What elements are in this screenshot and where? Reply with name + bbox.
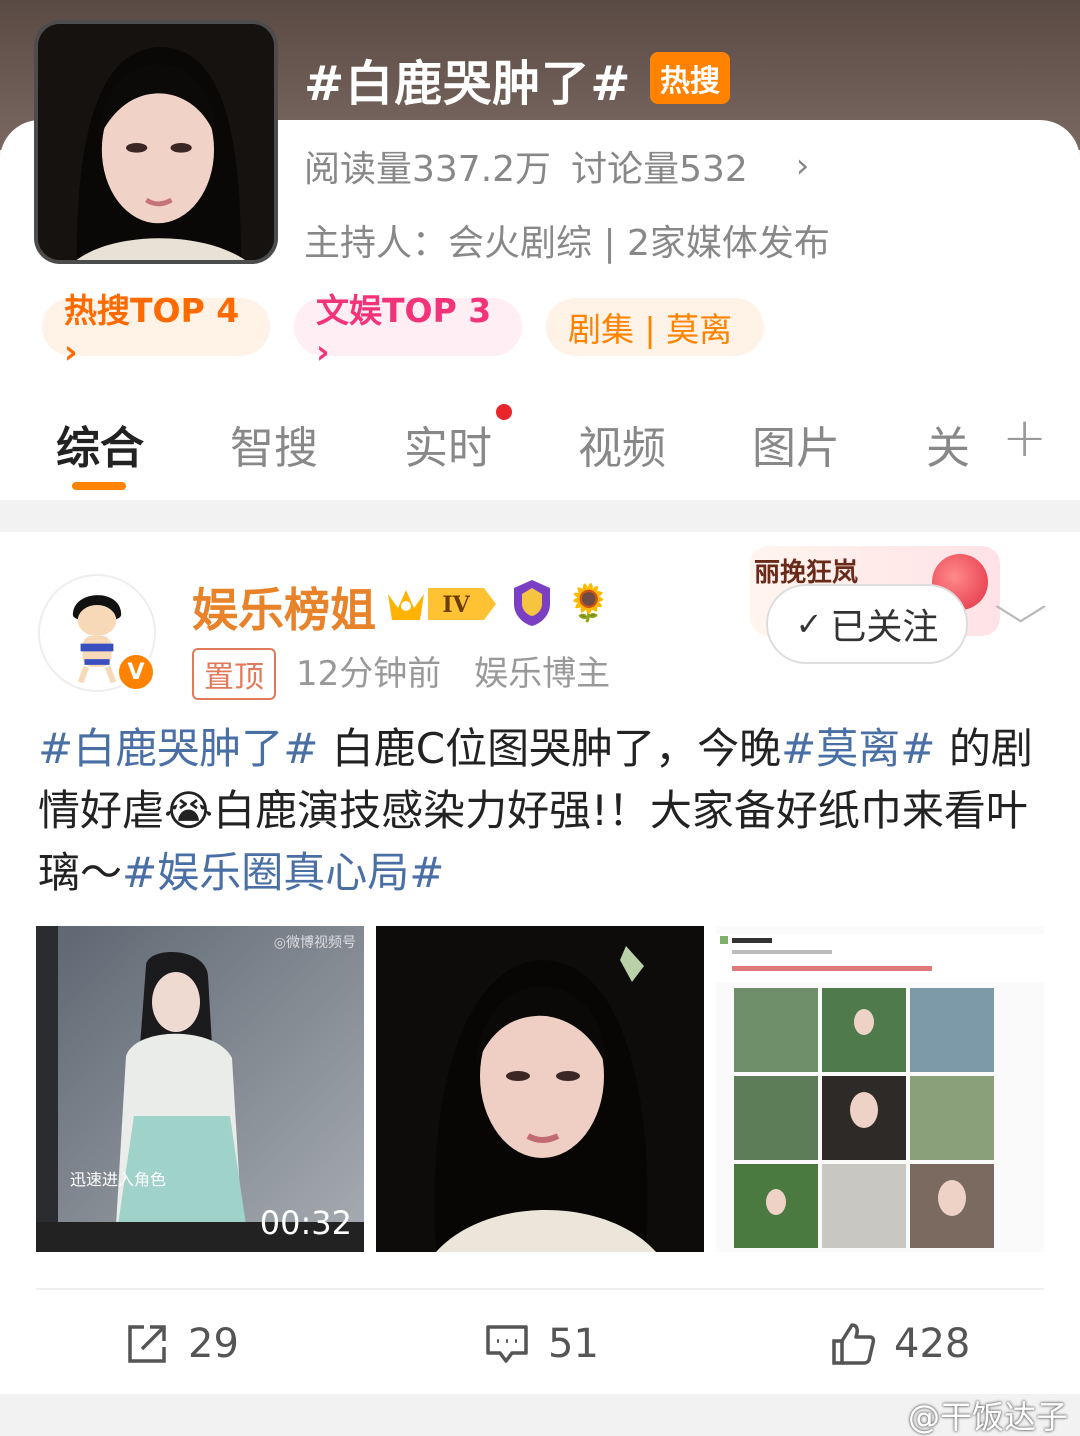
like-button[interactable]: 428 [830, 1316, 970, 1372]
chevron-right-icon: › [795, 146, 810, 186]
video-caption: 迅速进入角色 [70, 1170, 167, 1189]
add-tab-icon[interactable]: + [1002, 406, 1047, 469]
tab-images[interactable]: 图片 [752, 412, 840, 476]
image-collage-thumbnail[interactable] [716, 926, 1044, 1252]
hashtag-link[interactable]: #莫离# [781, 724, 935, 773]
video-duration: 00:32 [259, 1204, 352, 1242]
video-channel-logo: ◎微博视频号 [273, 935, 356, 951]
notification-dot [496, 404, 512, 420]
comment-button[interactable]: 51 [484, 1316, 599, 1372]
level-badge-text: IV [442, 592, 470, 618]
tab-comprehensive[interactable]: 综合 [56, 412, 144, 476]
post-username[interactable]: 娱乐榜姐 [192, 574, 376, 640]
comment-icon [486, 1325, 528, 1363]
crown-level-icon: IV [388, 588, 496, 620]
like-count: 428 [894, 1321, 971, 1367]
portrait-illustration [38, 24, 274, 260]
following-button[interactable]: ✓ 已关注 [766, 584, 968, 664]
tab-follow[interactable]: 关 [926, 412, 970, 476]
post-body: #白鹿哭肿了# 白鹿C位图哭肿了，今晚#莫离# 的剧情好虐😭白鹿演技感染力好强!… [38, 718, 1048, 904]
author-type: 娱乐博主 [474, 654, 611, 694]
share-button[interactable]: 29 [124, 1316, 239, 1372]
post-text-segment: 白鹿C位图哭肿了，今晚 [318, 724, 782, 773]
discussion-count: 讨论量532 [571, 149, 748, 190]
weibo-watermark: @干饭达子 [907, 1398, 1068, 1436]
post-card: V 娱乐榜姐 IV 🌻 置顶 12分钟前 娱乐博主 丽挽狂岚 ✓ 已关注 ⌵ #… [0, 532, 1080, 1394]
topic-title: #白鹿哭肿了# [304, 56, 632, 112]
sunflower-icon: 🌻 [566, 583, 611, 624]
hashtag-link[interactable]: #白鹿哭肿了# [38, 724, 318, 773]
hot-search-rank-pill[interactable]: 热搜TOP 4 › [42, 291, 270, 371]
thumbs-up-icon [832, 1323, 876, 1365]
host-info: 主持人：会火剧综 | 2家媒体发布 [304, 223, 830, 264]
comment-count: 51 [548, 1321, 599, 1367]
video-thumbnail[interactable]: ◎微博视频号 迅速进入角色 00:32 [36, 926, 364, 1252]
action-divider [36, 1288, 1044, 1290]
check-icon: ✓ [795, 605, 823, 643]
topic-stats[interactable]: 阅读量337.2万 讨论量532 › [304, 140, 829, 192]
post-meta: 12分钟前 娱乐博主 [296, 646, 632, 695]
shield-icon [514, 580, 550, 626]
pinned-tag: 置顶 [192, 648, 276, 700]
tab-realtime[interactable]: 实时 [404, 412, 492, 476]
hashtag-link[interactable]: #娱乐圈真心局# [122, 848, 444, 897]
tab-smart-search[interactable]: 智搜 [230, 412, 318, 476]
collage-illustration [716, 926, 1044, 1252]
portrait-photo-illustration [376, 926, 704, 1252]
topic-tabs: 综合 智搜 实时 视频 图片 关 + [0, 400, 1080, 498]
verified-v-icon: V [116, 652, 156, 692]
topic-cover-image[interactable] [34, 20, 278, 264]
hot-badge: 热搜 [650, 52, 730, 104]
share-icon [128, 1325, 166, 1363]
crying-emoji-icon: 😭 [164, 786, 214, 835]
chevron-down-icon[interactable]: ⌵ [994, 582, 1047, 633]
tab-video[interactable]: 视频 [578, 412, 666, 476]
post-time: 12分钟前 [296, 654, 442, 694]
follow-label: 已关注 [830, 607, 939, 648]
read-count: 阅读量337.2万 [304, 149, 552, 190]
series-pill[interactable]: 剧集 | 莫离 [546, 298, 764, 356]
share-count: 29 [188, 1321, 239, 1367]
active-tab-indicator [72, 482, 126, 490]
image-thumbnail[interactable] [376, 926, 704, 1252]
entertainment-rank-pill[interactable]: 文娱TOP 3 › [294, 291, 522, 371]
